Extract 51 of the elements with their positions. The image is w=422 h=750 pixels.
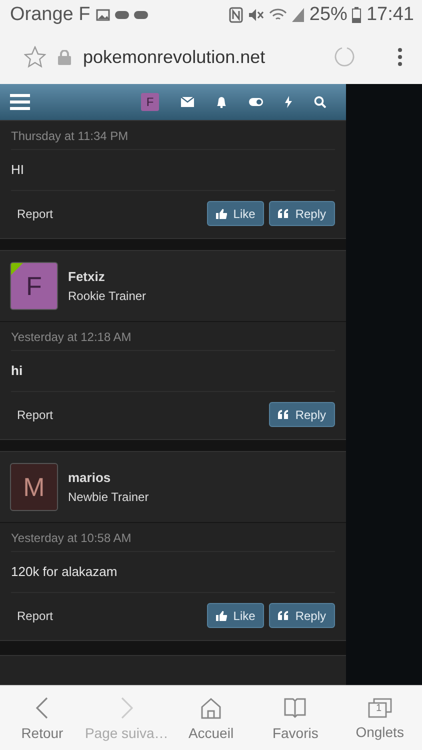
quote-icon xyxy=(278,410,290,419)
user-avatar[interactable]: M xyxy=(10,463,58,511)
report-link[interactable]: Report xyxy=(17,408,264,422)
toggle-icon[interactable] xyxy=(249,98,263,106)
user-avatar[interactable]: F xyxy=(141,93,159,111)
like-button[interactable]: Like xyxy=(207,201,264,226)
report-link[interactable]: Report xyxy=(17,608,202,622)
bookmarks-button[interactable]: Favoris xyxy=(253,686,338,750)
user-title: Newbie Trainer xyxy=(68,490,149,504)
wifi-icon xyxy=(269,8,288,22)
username[interactable]: Fetxiz xyxy=(68,269,146,284)
tabs-button[interactable]: 1 Onglets xyxy=(338,686,422,750)
post-date[interactable]: Yesterday at 12:18 AM xyxy=(11,322,335,351)
mute-icon xyxy=(248,8,264,22)
signal-icon xyxy=(292,8,304,22)
battery-icon xyxy=(352,7,362,23)
back-button[interactable]: Retour xyxy=(0,686,84,750)
report-link[interactable]: Report xyxy=(17,206,202,220)
lightning-icon[interactable] xyxy=(285,96,292,108)
post-date[interactable]: Thursday at 11:34 PM xyxy=(11,121,335,150)
book-icon xyxy=(283,696,308,718)
post-text: HI xyxy=(11,150,335,191)
post-text: hi xyxy=(11,351,335,392)
user-title: Rookie Trainer xyxy=(68,289,146,303)
post-text: 120k for alakazam xyxy=(11,552,335,593)
user-avatar[interactable]: F xyxy=(10,262,58,310)
like-button[interactable]: Like xyxy=(207,603,264,628)
image-icon xyxy=(96,9,110,21)
reply-button[interactable]: Reply xyxy=(269,201,335,226)
thumbs-up-icon xyxy=(216,610,228,620)
star-icon[interactable] xyxy=(24,46,46,68)
nfc-icon xyxy=(229,7,244,23)
post-date[interactable]: Yesterday at 10:58 AM xyxy=(11,523,335,552)
clock: 17:41 xyxy=(366,4,414,26)
search-icon[interactable] xyxy=(314,96,326,108)
back-icon xyxy=(36,696,48,718)
carrier-name: Orange F xyxy=(10,4,90,26)
reply-button[interactable]: Reply xyxy=(269,603,335,628)
reply-button[interactable]: Reply xyxy=(269,402,335,427)
mail-icon[interactable] xyxy=(181,97,194,107)
battery-level: 25% xyxy=(309,4,348,26)
bell-icon[interactable] xyxy=(216,96,227,108)
thumbs-up-icon xyxy=(216,208,228,218)
quote-icon xyxy=(278,209,290,218)
home-button[interactable]: Accueil xyxy=(168,686,254,750)
home-icon xyxy=(200,696,222,718)
menu-icon[interactable] xyxy=(10,94,30,110)
lock-icon xyxy=(58,50,71,64)
username[interactable]: marios xyxy=(68,470,149,485)
quote-icon xyxy=(278,611,290,620)
forward-icon xyxy=(120,696,133,718)
